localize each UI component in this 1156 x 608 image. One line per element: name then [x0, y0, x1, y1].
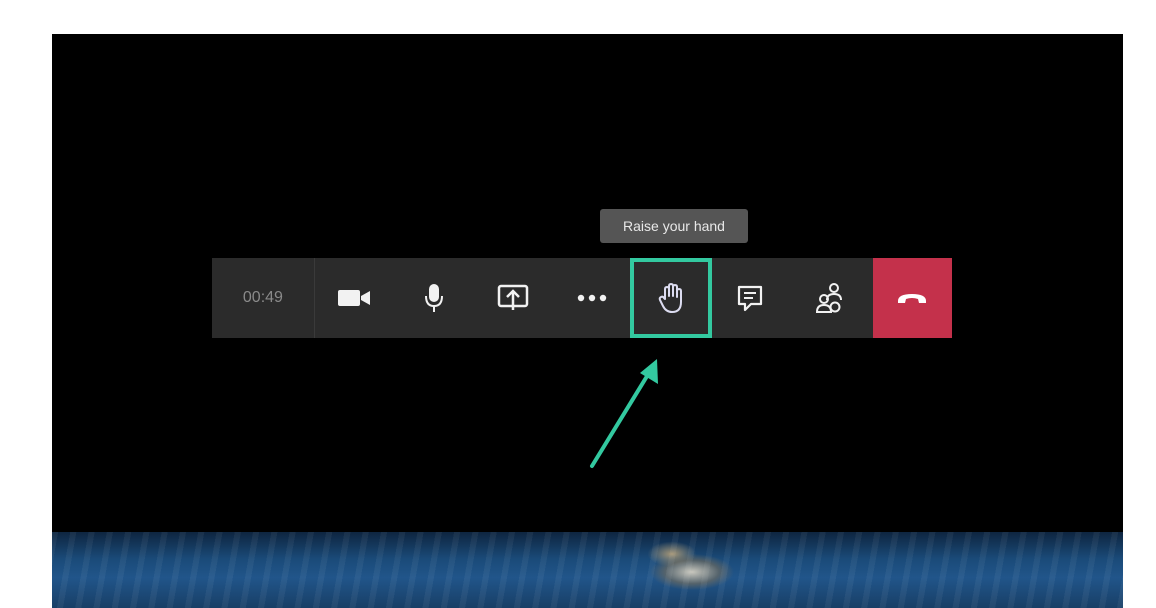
chat-icon: [738, 285, 763, 312]
call-timer: 00:49: [212, 258, 315, 338]
pointer-arrow: [590, 359, 658, 468]
call-toolbar: 00:49: [212, 258, 952, 338]
raise-hand-button[interactable]: [630, 258, 712, 338]
camera-button[interactable]: [315, 258, 394, 338]
meeting-video-frame: Raise your hand 00:49: [52, 34, 1123, 608]
microphone-icon: [424, 284, 443, 312]
chat-button[interactable]: [711, 258, 790, 338]
hang-up-icon: [898, 294, 927, 303]
share-screen-icon: [497, 284, 528, 310]
raise-hand-icon: [658, 283, 682, 313]
microphone-button[interactable]: [394, 258, 473, 338]
more-options-button[interactable]: [552, 258, 631, 338]
hang-up-button[interactable]: [872, 258, 952, 338]
participants-icon: [816, 283, 843, 313]
more-options-icon: [577, 294, 607, 302]
share-screen-button[interactable]: [473, 258, 552, 338]
participants-button[interactable]: [790, 258, 869, 338]
background-ocean-image: [52, 532, 1123, 608]
raise-hand-tooltip: Raise your hand: [600, 209, 748, 243]
video-camera-icon: [338, 290, 371, 306]
